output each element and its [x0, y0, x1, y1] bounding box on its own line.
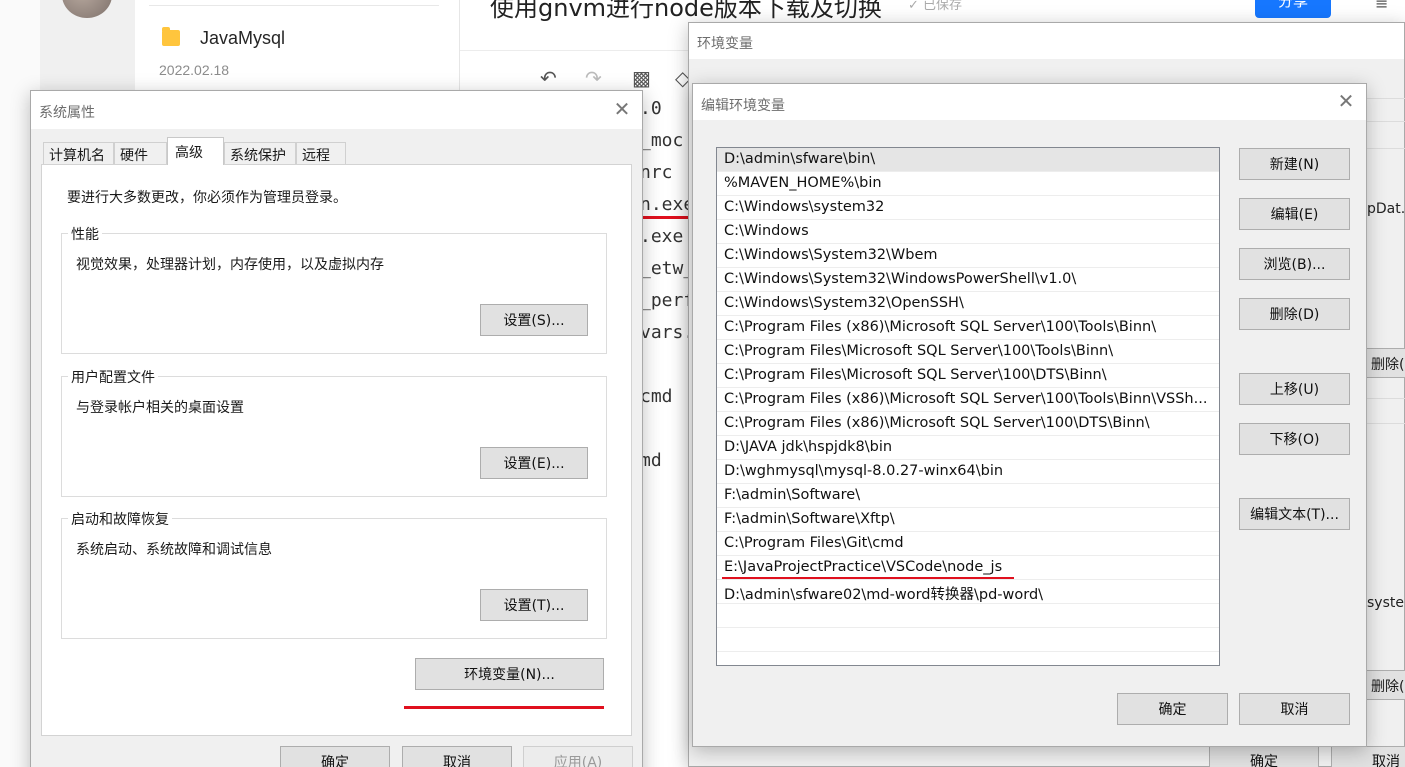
document-title[interactable]: 使用gnvm进行node版本下载及切换 — [490, 0, 882, 23]
path-list-item[interactable]: C:\Program Files\Git\cmd — [717, 532, 1219, 556]
variable-value-text: pDat. — [1367, 201, 1405, 217]
folder-icon — [162, 27, 180, 46]
group-legend: 启动和故障恢复 — [68, 509, 172, 529]
group-description: 系统启动、系统故障和调试信息 — [76, 542, 272, 558]
code-line: _perf — [640, 290, 695, 311]
path-list-item[interactable]: D:\wghmysql\mysql-8.0.27-winx64\bin — [717, 460, 1219, 484]
ok-button[interactable]: 确定 — [1117, 693, 1228, 725]
user-profiles-settings-button[interactable]: 设置(E)... — [480, 447, 588, 479]
delete-button[interactable]: 删除(D) — [1239, 298, 1350, 330]
startup-recovery-group: 启动和故障恢复 系统启动、系统故障和调试信息 设置(T)... — [61, 509, 607, 639]
performance-group: 性能 视觉效果，处理器计划，内存使用，以及虚拟内存 设置(S)... — [61, 224, 607, 354]
code-line: _etw_ — [640, 258, 695, 279]
ok-button[interactable]: 确定 — [1209, 746, 1319, 767]
tab-system-protection[interactable]: 系统保护 — [224, 142, 296, 165]
code-line: nrc — [640, 162, 673, 183]
group-description: 与登录帐户相关的桌面设置 — [76, 400, 244, 416]
performance-settings-button[interactable]: 设置(S)... — [480, 304, 588, 336]
code-line: md — [640, 450, 662, 471]
tab-hardware[interactable]: 硬件 — [114, 142, 167, 165]
path-list-item[interactable]: D:\admin\sfware\bin\ — [717, 148, 1219, 172]
group-legend: 性能 — [68, 224, 102, 244]
path-list-item[interactable]: C:\Program Files (x86)\Microsoft SQL Ser… — [717, 388, 1219, 412]
advanced-panel: 要进行大多数更改，你必须作为管理员登录。 性能 视觉效果，处理器计划，内存使用，… — [41, 164, 632, 736]
cancel-button[interactable]: 取消 — [1239, 693, 1350, 725]
move-up-button[interactable]: 上移(U) — [1239, 373, 1350, 405]
apply-button[interactable]: 应用(A) — [523, 746, 633, 767]
cancel-button[interactable]: 取消 — [1331, 746, 1405, 767]
folder-date: 2022.02.18 — [159, 62, 230, 78]
annotation-underline — [404, 706, 604, 709]
edit-environment-variable-dialog: 编辑环境变量 ✕ D:\admin\sfware\bin\ %MAVEN_HOME… — [692, 83, 1367, 747]
move-down-button[interactable]: 下移(O) — [1239, 423, 1350, 455]
path-list-empty-row[interactable] — [717, 628, 1219, 652]
code-line: .exe — [640, 226, 684, 247]
path-list-item[interactable]: C:\Windows — [717, 220, 1219, 244]
admin-note: 要进行大多数更改，你必须作为管理员登录。 — [67, 190, 347, 206]
share-button[interactable]: 分享 — [1255, 0, 1331, 18]
delete-button[interactable]: 删除(D — [1364, 348, 1405, 378]
path-list-item[interactable]: C:\Windows\System32\OpenSSH\ — [717, 292, 1219, 316]
code-line: n.exe — [640, 194, 695, 215]
environment-variables-button[interactable]: 环境变量(N)... — [415, 658, 604, 690]
close-icon[interactable]: ✕ — [1332, 90, 1360, 114]
edit-button[interactable]: 编辑(E) — [1239, 198, 1350, 230]
variable-value-text: syste. — [1367, 595, 1405, 611]
annotation-underline — [640, 216, 688, 219]
path-list-item[interactable]: C:\Windows\System32\Wbem — [717, 244, 1219, 268]
path-list-item[interactable]: %MAVEN_HOME%\bin — [717, 172, 1219, 196]
outline-icon[interactable]: ≡ — [1375, 0, 1405, 18]
path-list-empty-row[interactable] — [717, 604, 1219, 628]
path-list-item[interactable]: C:\Program Files\Microsoft SQL Server\10… — [717, 340, 1219, 364]
ok-button[interactable]: 确定 — [280, 746, 390, 767]
code-line: cmd — [640, 386, 673, 407]
tab-computer-name[interactable]: 计算机名 — [43, 142, 114, 165]
dialog-title: 编辑环境变量 — [693, 84, 1366, 120]
dialog-title: 环境变量 — [689, 23, 1404, 59]
close-icon[interactable]: ✕ — [608, 98, 636, 122]
path-list-item[interactable]: C:\Program Files (x86)\Microsoft SQL Ser… — [717, 412, 1219, 436]
delete-button[interactable]: 删除(D — [1364, 670, 1405, 700]
annotation-underline — [722, 577, 1014, 579]
undo-icon[interactable]: ↶ — [540, 66, 557, 90]
path-list-item[interactable]: C:\Windows\System32\WindowsPowerShell\v1… — [717, 268, 1219, 292]
tab-remote[interactable]: 远程 — [296, 142, 346, 165]
startup-settings-button[interactable]: 设置(T)... — [480, 589, 588, 621]
code-line: _moc — [640, 130, 684, 151]
user-profiles-group: 用户配置文件 与登录帐户相关的桌面设置 设置(E)... — [61, 367, 607, 497]
group-description: 视觉效果，处理器计划，内存使用，以及虚拟内存 — [76, 257, 384, 273]
tab-advanced[interactable]: 高级 — [167, 137, 224, 165]
dialog-title: 系统属性 — [31, 91, 642, 129]
redo-icon[interactable]: ↷ — [585, 66, 602, 90]
code-line: .0 — [640, 98, 662, 119]
path-list-item[interactable]: C:\Program Files\Microsoft SQL Server\10… — [717, 364, 1219, 388]
edit-text-button[interactable]: 编辑文本(T)... — [1239, 498, 1350, 530]
path-list-item[interactable]: C:\Program Files (x86)\Microsoft SQL Ser… — [717, 316, 1219, 340]
path-list[interactable]: D:\admin\sfware\bin\ %MAVEN_HOME%\bin C:\W… — [716, 147, 1220, 666]
path-list-item[interactable]: F:\admin\Software\Xftp\ — [717, 508, 1219, 532]
path-list-item[interactable]: C:\Windows\system32 — [717, 196, 1219, 220]
new-button[interactable]: 新建(N) — [1239, 148, 1350, 180]
system-properties-dialog: 系统属性 ✕ 计算机名 硬件 高级 系统保护 远程 要进行大多数更改，你必须作为… — [30, 90, 643, 767]
saved-status: ✓ 已保存 — [908, 0, 963, 13]
group-legend: 用户配置文件 — [68, 367, 158, 387]
path-list-item[interactable]: F:\admin\Software\ — [717, 484, 1219, 508]
path-list-item[interactable]: D:\admin\sfware02\md-word转换器\pd-word\ — [717, 580, 1219, 604]
folder-name[interactable]: JavaMysql — [200, 28, 285, 49]
path-list-item[interactable]: D:\JAVA jdk\hspjdk8\bin — [717, 436, 1219, 460]
browse-button[interactable]: 浏览(B)... — [1239, 248, 1350, 280]
cancel-button[interactable]: 取消 — [402, 746, 512, 767]
format-painter-icon[interactable]: ▩ — [632, 66, 651, 90]
